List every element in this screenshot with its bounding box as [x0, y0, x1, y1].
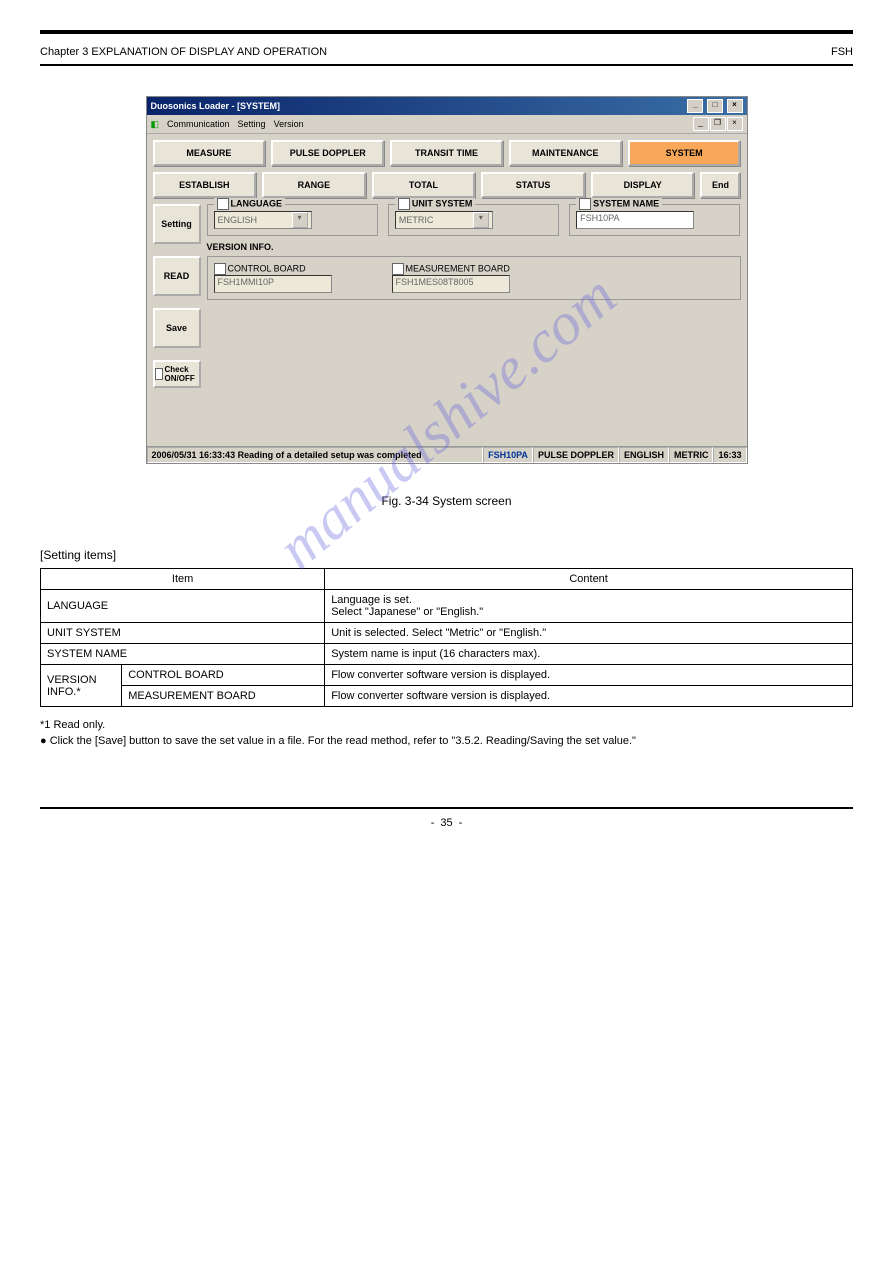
footer-dash-left: - — [431, 817, 435, 829]
cell-control-board: CONTROL BOARD — [122, 665, 325, 686]
measurement-board-value: FSH1MES08T8005 — [392, 275, 510, 293]
chevron-down-icon: ▾ — [473, 212, 489, 228]
save-button[interactable]: Save — [153, 308, 201, 348]
section-label: [Setting items] — [40, 548, 853, 562]
table-row: SYSTEM NAME System name is input (16 cha… — [41, 644, 853, 665]
statusbar: 2006/05/31 16:33:43 Reading of a detaile… — [147, 446, 747, 463]
tab-system[interactable]: SYSTEM — [628, 140, 741, 166]
cell-measurement-board: MEASUREMENT BOARD — [122, 686, 325, 707]
header-rule-thin — [40, 64, 853, 66]
unit-system-select[interactable]: METRIC ▾ — [395, 211, 493, 229]
footer-dash-right: - — [459, 817, 463, 829]
mdi-restore-icon[interactable]: ❐ — [710, 117, 726, 131]
control-board-checkbox[interactable] — [214, 263, 226, 275]
chevron-down-icon: ▾ — [292, 212, 308, 228]
check-onoff-button[interactable]: Check ON/OFF — [153, 360, 201, 388]
menu-setting[interactable]: Setting — [238, 119, 266, 129]
table-row: MEASUREMENT BOARD Flow converter softwar… — [41, 686, 853, 707]
status-message: 2006/05/31 16:33:43 Reading of a detaile… — [147, 447, 484, 463]
th-content: Content — [325, 569, 853, 590]
cell-system-name-desc: System name is input (16 characters max)… — [325, 644, 853, 665]
table-row: Item Content — [41, 569, 853, 590]
table-row: LANGUAGE Language is set. Select "Japane… — [41, 590, 853, 623]
tab-measure[interactable]: MEASURE — [153, 140, 266, 166]
footnote-2: ● Click the [Save] button to save the se… — [40, 735, 853, 747]
header-chapter: Chapter 3 EXPLANATION OF DISPLAY AND OPE… — [40, 46, 327, 58]
unit-system-label: UNIT SYSTEM — [412, 198, 473, 208]
cell-unit-system-desc: Unit is selected. Select "Metric" or "En… — [325, 623, 853, 644]
cell-version-info: VERSION INFO.* — [41, 665, 122, 707]
control-board-label: CONTROL BOARD — [228, 263, 306, 273]
settings-table: Item Content LANGUAGE Language is set. S… — [40, 568, 853, 707]
page-number: 35 — [440, 817, 452, 829]
measurement-board-checkbox[interactable] — [392, 263, 404, 275]
cell-control-board-desc: Flow converter software version is displ… — [325, 665, 853, 686]
table-row: UNIT SYSTEM Unit is selected. Select "Me… — [41, 623, 853, 644]
th-item: Item — [41, 569, 325, 590]
cell-system-name: SYSTEM NAME — [41, 644, 325, 665]
mdi-close-icon[interactable]: × — [727, 117, 743, 131]
titlebar: Duosonics Loader - [SYSTEM] _ □ × — [147, 97, 747, 115]
system-name-checkbox[interactable] — [579, 198, 591, 210]
cell-language-desc: Language is set. Select "Japanese" or "E… — [325, 590, 853, 623]
control-board-value: FSH1MMI10P — [214, 275, 332, 293]
tab-range[interactable]: RANGE — [262, 172, 366, 198]
table-row: VERSION INFO.* CONTROL BOARD Flow conver… — [41, 665, 853, 686]
status-lang: ENGLISH — [619, 447, 669, 463]
read-button[interactable]: READ — [153, 256, 201, 296]
tab-pulse-doppler[interactable]: PULSE DOPPLER — [271, 140, 384, 166]
maximize-icon[interactable]: □ — [707, 99, 723, 113]
language-label: LANGUAGE — [231, 198, 283, 208]
tab-transit-time[interactable]: TRANSIT TIME — [390, 140, 503, 166]
cell-measurement-board-desc: Flow converter software version is displ… — [325, 686, 853, 707]
language-checkbox[interactable] — [217, 198, 229, 210]
system-name-input[interactable]: FSH10PA — [576, 211, 694, 229]
tab-total[interactable]: TOTAL — [372, 172, 476, 198]
app-icon: ◧ — [151, 119, 160, 130]
header-rule-thick — [40, 30, 853, 34]
check-label: Check ON/OFF — [165, 365, 199, 383]
status-time: 16:33 — [713, 447, 746, 463]
header-model: FSH — [831, 46, 853, 58]
setting-button[interactable]: Setting — [153, 204, 201, 244]
check-checkbox[interactable] — [155, 368, 163, 380]
figure-caption: Fig. 3-34 System screen — [40, 494, 853, 508]
status-name: FSH10PA — [483, 447, 533, 463]
mdi-minimize-icon[interactable]: _ — [693, 117, 709, 131]
menubar: ◧ Communication Setting Version _ ❐ × — [147, 115, 747, 134]
minimize-icon[interactable]: _ — [687, 99, 703, 113]
menu-version[interactable]: Version — [274, 119, 304, 129]
footer-rule — [40, 807, 853, 809]
end-button[interactable]: End — [700, 172, 740, 198]
footnote-1: *1 Read only. — [40, 719, 853, 731]
language-value: ENGLISH — [218, 215, 258, 225]
tab-display[interactable]: DISPLAY — [591, 172, 695, 198]
cell-language: LANGUAGE — [41, 590, 325, 623]
system-name-label: SYSTEM NAME — [593, 198, 659, 208]
tab-status[interactable]: STATUS — [481, 172, 585, 198]
unit-system-value: METRIC — [399, 215, 434, 225]
status-unit: METRIC — [669, 447, 714, 463]
measurement-board-label: MEASUREMENT BOARD — [406, 263, 510, 273]
tab-maintenance[interactable]: MAINTENANCE — [509, 140, 622, 166]
app-window: Duosonics Loader - [SYSTEM] _ □ × ◧ Comm… — [146, 96, 748, 464]
menu-communication[interactable]: Communication — [167, 119, 230, 129]
version-info-label: VERSION INFO. — [207, 242, 741, 252]
language-select[interactable]: ENGLISH ▾ — [214, 211, 312, 229]
window-title: Duosonics Loader - [SYSTEM] — [151, 101, 281, 111]
close-icon[interactable]: × — [727, 99, 743, 113]
status-mode: PULSE DOPPLER — [533, 447, 619, 463]
tab-establish[interactable]: ESTABLISH — [153, 172, 257, 198]
unit-system-checkbox[interactable] — [398, 198, 410, 210]
cell-unit-system: UNIT SYSTEM — [41, 623, 325, 644]
